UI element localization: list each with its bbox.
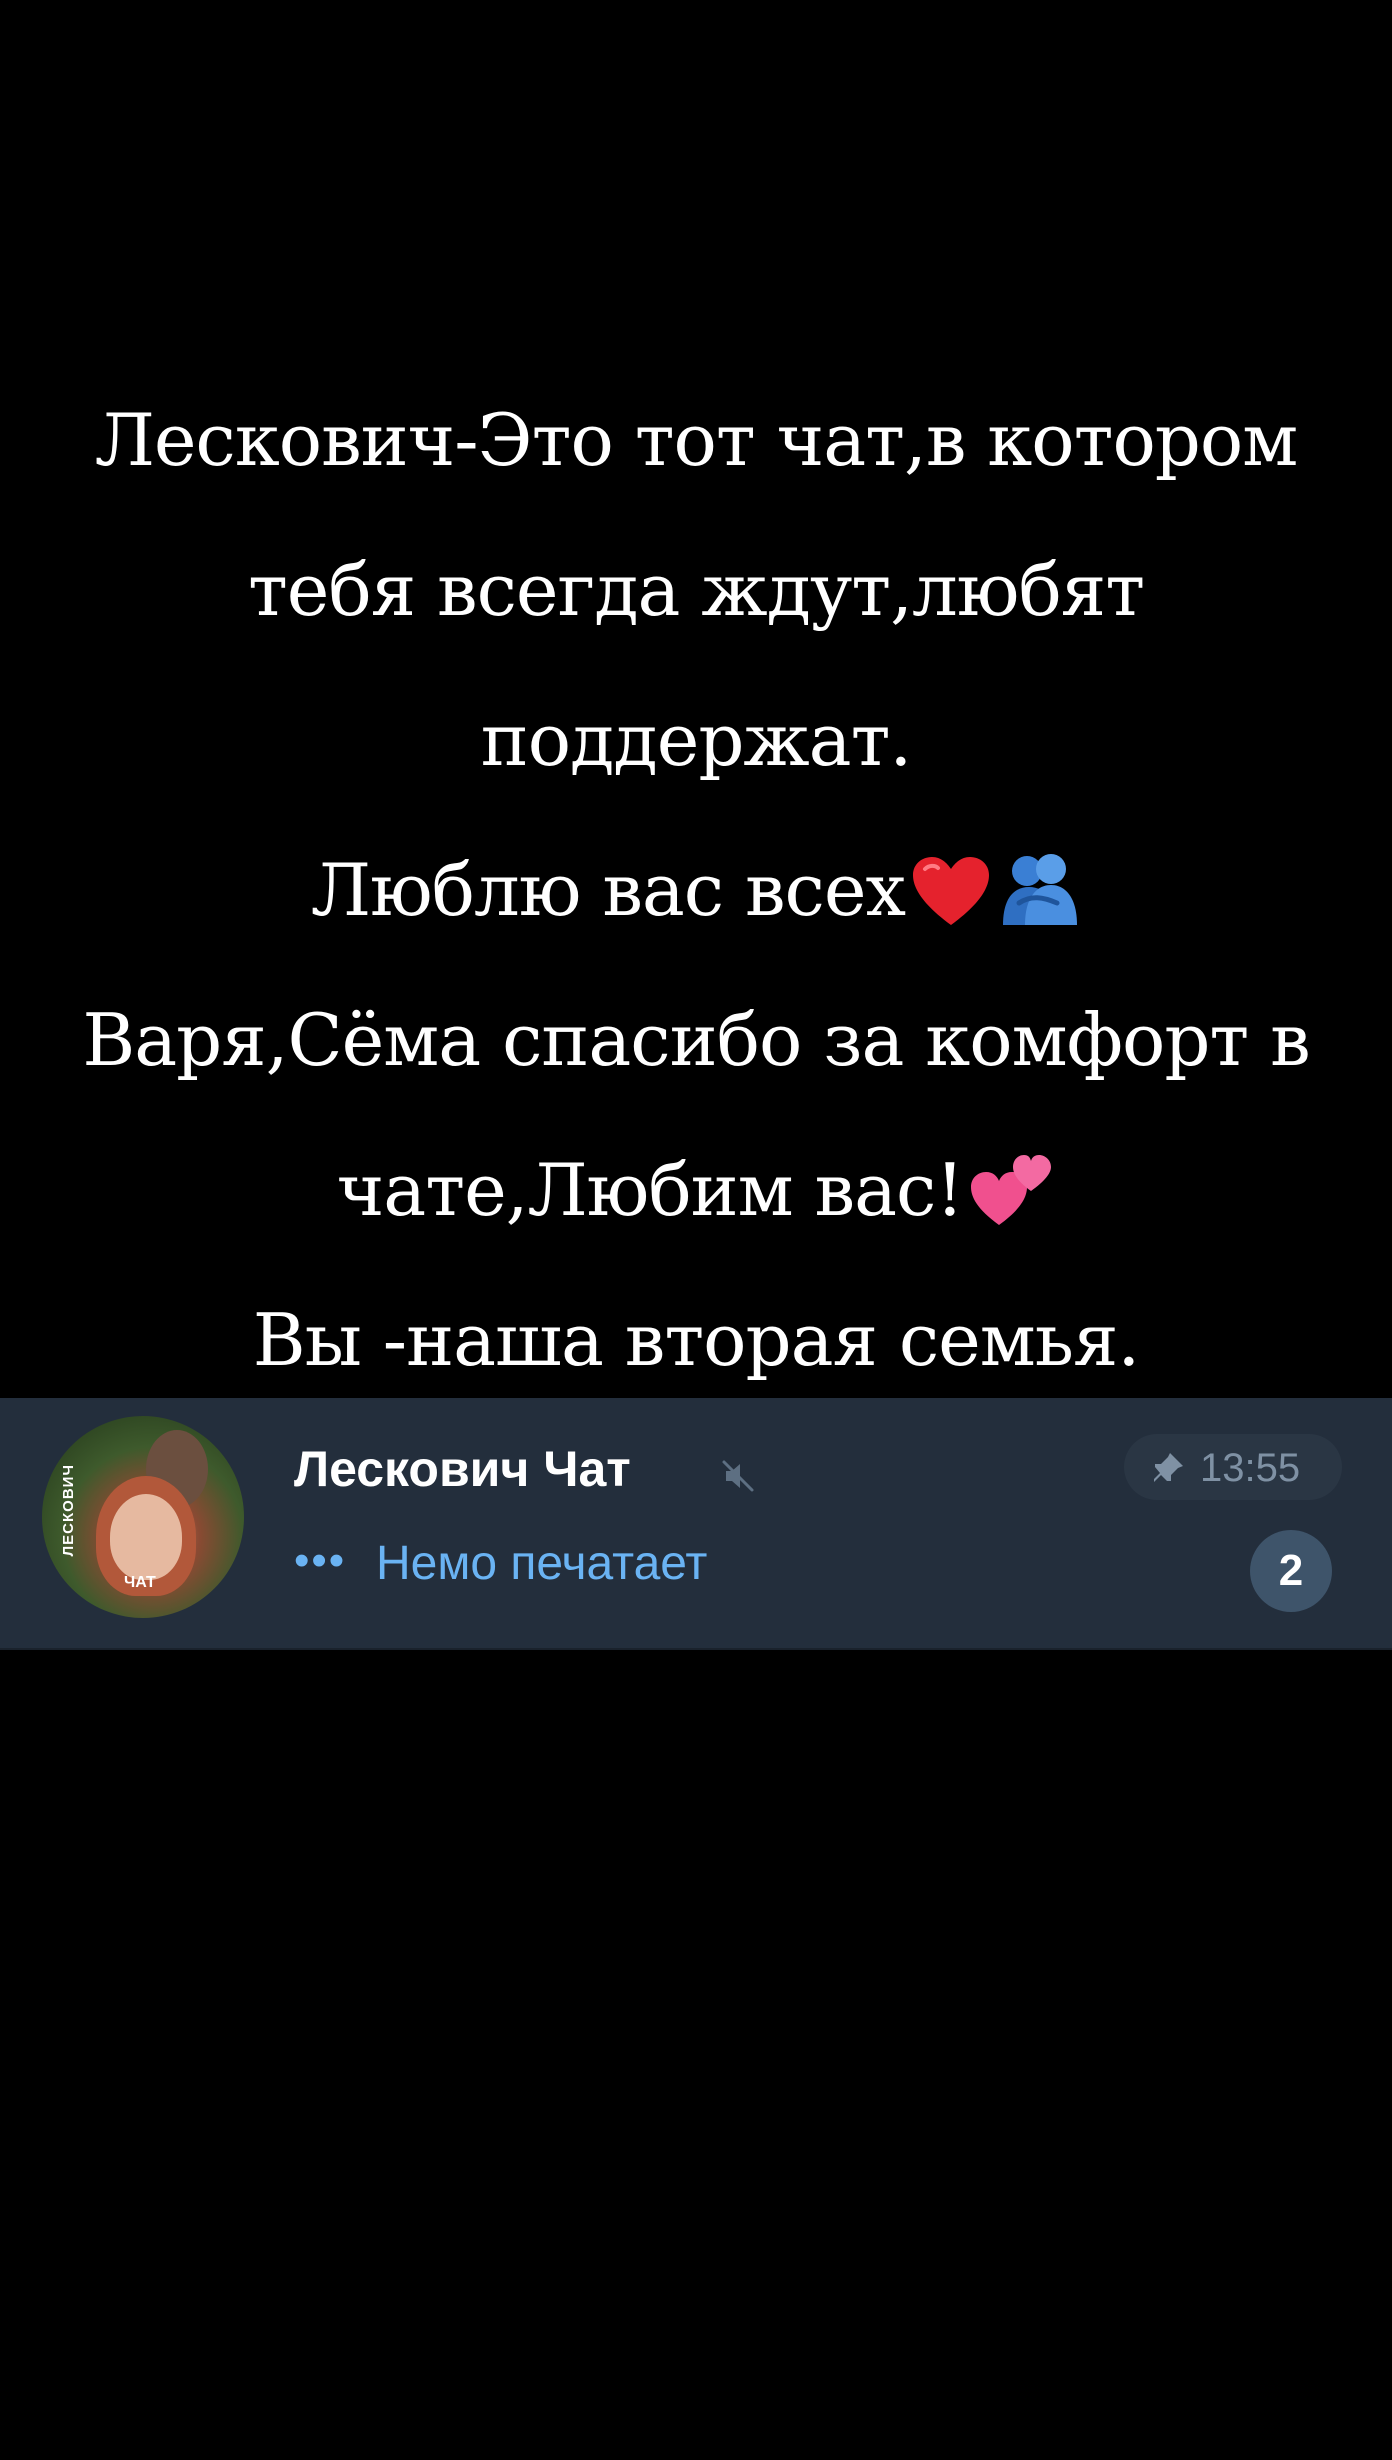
caption-line-6: чате,Любим вас! bbox=[336, 1148, 965, 1232]
pin-icon bbox=[1154, 1453, 1183, 1482]
caption-line-7: Вы -наша вторая семья. bbox=[252, 1298, 1141, 1382]
avatar-face bbox=[110, 1494, 182, 1580]
chat-time: 13:55 bbox=[1200, 1446, 1301, 1490]
caption-line-5: Варя,Сёма спасибо за комфорт в bbox=[82, 998, 1310, 1082]
typing-indicator-dots: ••• bbox=[294, 1536, 347, 1585]
unread-count-badge: 2 bbox=[1250, 1530, 1332, 1612]
people-hugging-icon bbox=[1003, 854, 1078, 925]
two-hearts-icon bbox=[971, 1155, 1052, 1225]
caption-line-4: Люблю вас всех bbox=[310, 848, 906, 932]
story-caption: Лескович-Это тот чат,в котором тебя всег… bbox=[0, 365, 1392, 1415]
chat-avatar[interactable]: ЛЕСКОВИЧ ЧАТ bbox=[42, 1416, 244, 1618]
caption-line-1: Лескович-Это тот чат,в котором bbox=[94, 398, 1299, 482]
caption-line-2: тебя всегда ждут,любят bbox=[247, 548, 1145, 632]
chat-list-item[interactable]: ЛЕСКОВИЧ ЧАТ Лескович Чат 13:55 ••• Немо… bbox=[0, 1398, 1392, 1650]
typing-status: Немо печатает bbox=[376, 1537, 708, 1590]
caption-line-4-wrapper: Люблю вас всех bbox=[0, 815, 1392, 965]
avatar-vertical-label: ЛЕСКОВИЧ bbox=[60, 1464, 77, 1557]
avatar-bottom-label: ЧАТ bbox=[124, 1574, 156, 1591]
red-heart-icon bbox=[913, 857, 990, 925]
chat-title: Лескович Чат bbox=[294, 1441, 631, 1497]
caption-line-3: поддержат. bbox=[480, 698, 913, 782]
time-pill: 13:55 bbox=[1124, 1434, 1342, 1500]
muted-speaker-icon bbox=[722, 1460, 754, 1492]
caption-line-6-wrapper: чате,Любим вас! bbox=[0, 1115, 1392, 1265]
